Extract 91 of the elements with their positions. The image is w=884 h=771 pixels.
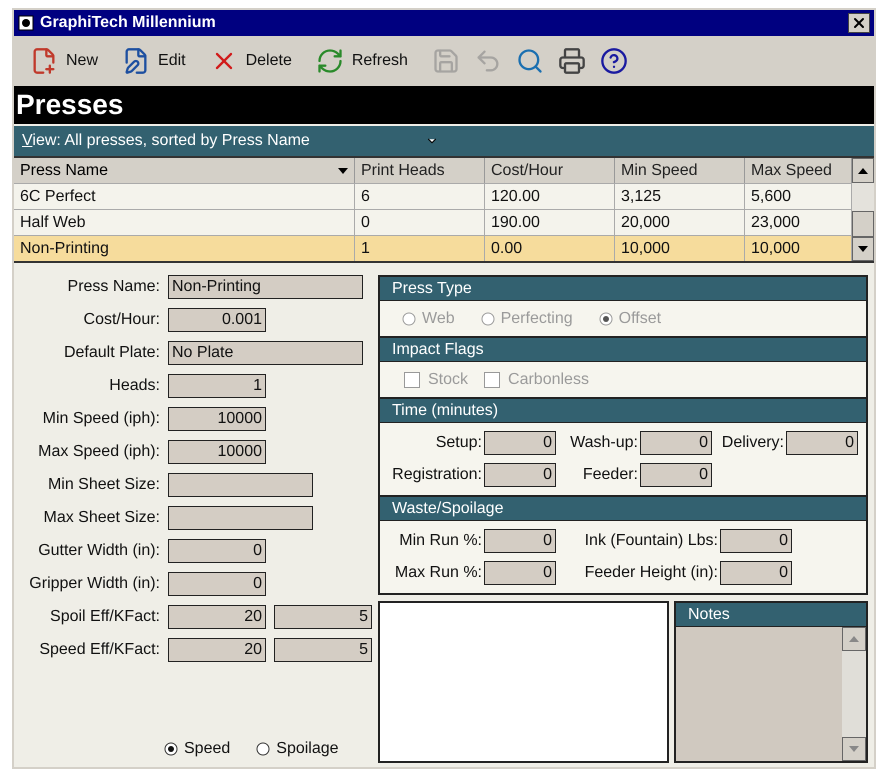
section-header: Impact Flags — [380, 338, 866, 362]
field-label: Cost/Hour: — [82, 310, 160, 330]
field-label: Wash-up: — [569, 433, 638, 453]
toolbar-icon — [316, 47, 344, 75]
field-label: Delivery: — [720, 433, 784, 453]
section-header: Notes — [676, 603, 866, 627]
radio-label: Spoilage — [276, 739, 339, 759]
radio-label: Speed — [184, 739, 230, 759]
input-field[interactable]: Non-Printing — [168, 275, 363, 299]
toolbar-icon — [558, 47, 586, 75]
toolbar-button[interactable]: Delete — [210, 47, 292, 75]
table-row[interactable]: Half Web 0 190.00 20,000 23,000 — [14, 209, 852, 235]
field-label: Min Run %: — [398, 531, 482, 551]
scroll-up-icon — [858, 168, 868, 174]
toolbar-icon — [516, 47, 544, 75]
checkbox-label: Carbonless — [508, 370, 589, 390]
input-field[interactable]: 0 — [720, 561, 792, 585]
radio-label: Offset — [618, 308, 662, 328]
app-icon — [18, 15, 34, 31]
toolbar-button[interactable] — [558, 47, 586, 75]
input-field[interactable]: 0 — [786, 431, 858, 455]
radio-button[interactable] — [256, 742, 270, 756]
toolbar-button[interactable]: Edit — [122, 47, 186, 75]
input-field[interactable]: 0 — [640, 463, 712, 487]
input-field[interactable]: 5 — [274, 605, 372, 629]
field-label: Setup: — [434, 433, 482, 453]
input-field[interactable]: 0 — [168, 572, 266, 596]
scroll-down-icon — [849, 746, 859, 752]
input-field[interactable]: 1 — [168, 374, 266, 398]
scroll-down-icon — [858, 246, 868, 252]
input-field[interactable]: 0 — [484, 463, 556, 487]
field-label: Ink (Fountain) Lbs: — [584, 531, 718, 551]
table-cell: 0.00 — [485, 236, 615, 261]
checkbox-label: Stock — [428, 370, 468, 390]
window-title: GraphiTech Millennium — [40, 13, 217, 33]
field-label: Max Run %: — [394, 563, 482, 583]
scrollbar[interactable] — [852, 158, 874, 261]
toolbar-icon — [432, 47, 460, 75]
table-cell: 1 — [355, 236, 485, 261]
input-field[interactable]: 20 — [168, 638, 266, 662]
input-field[interactable] — [168, 473, 313, 497]
view-dropdown[interactable]: View: All presses, sorted by Press Name — [14, 124, 874, 156]
notes-field[interactable] — [676, 627, 842, 761]
field-label: Default Plate: — [62, 343, 160, 363]
field-label: Feeder: — [582, 465, 638, 485]
page-title: Presses — [14, 86, 874, 124]
toolbar-button[interactable] — [516, 47, 544, 75]
input-field[interactable]: 20 — [168, 605, 266, 629]
section-header: Waste/Spoilage — [380, 497, 866, 521]
section-header: Time (minutes) — [380, 399, 866, 423]
field-label: Max Sheet Size: — [42, 508, 160, 528]
field-label: Feeder Height (in): — [584, 563, 718, 583]
field-label: Min Speed (iph): — [42, 409, 160, 429]
close-icon — [851, 15, 867, 31]
field-label: Max Speed (iph): — [37, 442, 160, 462]
toolbar-button[interactable]: New — [30, 47, 98, 75]
section-header: Press Type — [380, 277, 866, 301]
input-field[interactable]: 10000 — [168, 440, 266, 464]
field-label: Speed Eff/KFact: — [38, 640, 160, 660]
field-label: Gripper Width (in): — [28, 574, 160, 594]
scroll-up-icon — [849, 636, 859, 642]
toolbar-button[interactable] — [600, 47, 628, 75]
close-button[interactable] — [848, 13, 870, 33]
radio-label: Web — [422, 308, 455, 328]
toolbar-button[interactable]: Refresh — [316, 47, 408, 75]
input-field[interactable]: 0 — [484, 529, 556, 553]
input-field[interactable]: 0 — [484, 561, 556, 585]
input-field[interactable]: 10000 — [168, 407, 266, 431]
field-label: Min Sheet Size: — [46, 475, 160, 495]
field-label: Spoil Eff/KFact: — [49, 607, 160, 627]
input-field[interactable]: 5 — [274, 638, 372, 662]
input-field[interactable] — [168, 506, 313, 530]
sort-arrow-icon — [338, 168, 348, 174]
table-cell: 10,000 — [615, 236, 745, 261]
toolbar-icon — [600, 47, 628, 75]
radio-label: Perfecting — [500, 308, 573, 328]
field-label: Heads: — [108, 376, 160, 396]
input-field[interactable]: 0 — [168, 539, 266, 563]
table-row[interactable]: 6C Perfect 6 120.00 3,125 5,600 — [14, 183, 852, 209]
input-field[interactable]: No Plate — [168, 341, 363, 365]
input-field[interactable]: 0 — [484, 431, 556, 455]
radio-button[interactable] — [164, 742, 178, 756]
input-field[interactable]: 0 — [640, 431, 712, 455]
field-label: Registration: — [391, 465, 482, 485]
field-label: Gutter Width (in): — [37, 541, 160, 561]
input-field[interactable]: 0 — [720, 529, 792, 553]
field-label: Press Name: — [66, 277, 160, 297]
table-row[interactable]: Non-Printing 1 0.00 10,000 10,000 — [14, 235, 852, 261]
scrollbar[interactable] — [842, 627, 866, 761]
table-cell: Non-Printing — [14, 236, 355, 261]
input-field[interactable]: 0.001 — [168, 308, 266, 332]
